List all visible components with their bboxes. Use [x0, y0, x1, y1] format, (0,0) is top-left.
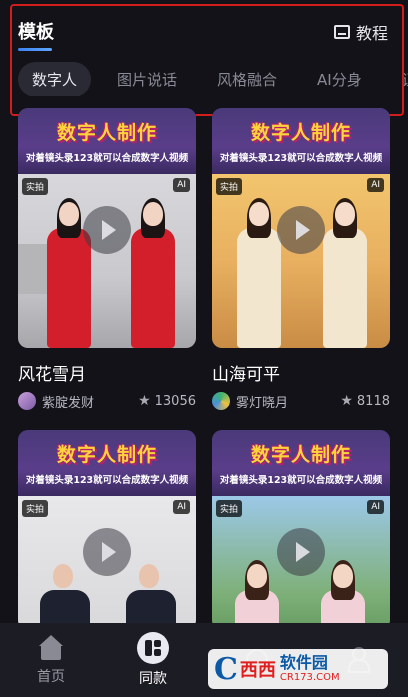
card-title: 山海可平 [212, 365, 280, 385]
card-thumbnail[interactable]: 数字人制作 对着镜头录123就可以合成数字人视频 实拍 AI [212, 108, 390, 348]
watermark-logo-letter: C [214, 651, 238, 687]
banner-title: 数字人制作 [250, 444, 351, 466]
nav-same-style-label: 同款 [139, 671, 167, 687]
card-meta: 紫腚发财 ★ 13056 [18, 391, 196, 411]
scene-background [212, 174, 390, 348]
banner-title: 数字人制作 [56, 122, 157, 144]
card-title: 风花雪月 [18, 365, 86, 385]
template-card[interactable]: 数字人制作 对着镜头录123就可以合成数字人视频 实拍 AI 风花雪月 紫腚发财… [18, 108, 196, 411]
card-banner: 数字人制作 对着镜头录123就可以合成数字人视频 [212, 108, 390, 174]
person-right [322, 198, 368, 348]
card-thumbnail[interactable]: 数字人制作 对着镜头录123就可以合成数字人视频 实拍 AI [18, 430, 196, 630]
title-underline [18, 48, 52, 51]
person-left [40, 564, 90, 630]
person-left [234, 560, 280, 630]
banner-title: 数字人制作 [56, 444, 157, 466]
card-banner: 数字人制作 对着镜头录123就可以合成数字人视频 [212, 430, 390, 496]
watermark-url: CR173.COM [279, 672, 340, 683]
tab-digital-human[interactable]: 数字人 [18, 62, 92, 96]
card-meta: 雾灯晓月 ★ 8118 [212, 391, 390, 411]
same-style-icon [137, 632, 169, 664]
tab-picture-talk[interactable]: 图片说话 [103, 62, 191, 96]
banner-title: 数字人制作 [250, 122, 351, 144]
card-thumbnail[interactable]: 数字人制作 对着镜头录123就可以合成数字人视频 实拍 AI [212, 430, 390, 630]
watermark-logo-mark: 西西 [239, 660, 276, 681]
star-count: 13056 [154, 393, 196, 409]
category-tabs: 数字人 图片说话 风格融合 AI分身 证 [18, 62, 408, 96]
play-icon[interactable] [83, 528, 131, 576]
avatar[interactable] [18, 392, 36, 410]
star-count: 8118 [356, 393, 390, 409]
person-left [236, 198, 282, 348]
site-watermark: C 西西 软件园 CR173.COM [208, 649, 388, 689]
play-icon[interactable] [277, 206, 325, 254]
author-name[interactable]: 紫腚发财 [42, 392, 138, 411]
tab-style-fusion[interactable]: 风格融合 [203, 62, 291, 96]
ai-tag: AI [173, 500, 190, 514]
page-title: 模板 [18, 22, 54, 43]
header: 模板 教程 数字人 图片说话 风格融合 AI分身 证 [0, 0, 408, 112]
ai-tag: AI [367, 178, 384, 192]
home-icon [37, 634, 65, 662]
nav-home[interactable]: 首页 [11, 634, 91, 686]
tab-more[interactable]: 证 [388, 62, 408, 96]
star-icon[interactable]: ★ [138, 393, 151, 409]
template-card[interactable]: 数字人制作 对着镜头录123就可以合成数字人视频 实拍 AI [212, 430, 390, 630]
card-thumbnail[interactable]: 数字人制作 对着镜头录123就可以合成数字人视频 实拍 AI [18, 108, 196, 348]
banner-subtitle: 对着镜头录123就可以合成数字人视频 [25, 475, 189, 486]
card-banner: 数字人制作 对着镜头录123就可以合成数字人视频 [18, 430, 196, 496]
tutorial-label: 教程 [355, 24, 388, 43]
author-name[interactable]: 雾灯晓月 [236, 392, 340, 411]
tab-ai-avatar[interactable]: AI分身 [303, 62, 376, 96]
person-right [130, 198, 176, 348]
book-icon [333, 25, 350, 39]
star-icon[interactable]: ★ [340, 393, 353, 409]
banner-subtitle: 对着镜头录123就可以合成数字人视频 [219, 475, 383, 486]
play-icon[interactable] [277, 528, 325, 576]
person-right [126, 564, 176, 630]
banner-subtitle: 对着镜头录123就可以合成数字人视频 [25, 153, 189, 164]
card-banner: 数字人制作 对着镜头录123就可以合成数字人视频 [18, 108, 196, 174]
real-shot-tag: 实拍 [22, 500, 49, 517]
tutorial-button[interactable]: 教程 [333, 20, 388, 44]
watermark-name: 软件园 [279, 653, 328, 672]
template-card[interactable]: 数字人制作 对着镜头录123就可以合成数字人视频 实拍 AI [18, 430, 196, 630]
real-shot-tag: 实拍 [22, 178, 49, 195]
template-card[interactable]: 数字人制作 对着镜头录123就可以合成数字人视频 实拍 AI 山海可平 雾灯晓月… [212, 108, 390, 411]
scene-background [18, 174, 196, 348]
real-shot-tag: 实拍 [216, 500, 243, 517]
banner-subtitle: 对着镜头录123就可以合成数字人视频 [219, 153, 383, 164]
ai-tag: AI [367, 500, 384, 514]
nav-same-style[interactable]: 同款 [113, 632, 193, 688]
ai-tag: AI [173, 178, 190, 192]
watermark-text: 软件园 CR173.COM [280, 654, 340, 684]
play-icon[interactable] [83, 206, 131, 254]
real-shot-tag: 实拍 [216, 178, 243, 195]
nav-home-label: 首页 [37, 669, 65, 685]
person-right [320, 560, 366, 630]
avatar[interactable] [212, 392, 230, 410]
